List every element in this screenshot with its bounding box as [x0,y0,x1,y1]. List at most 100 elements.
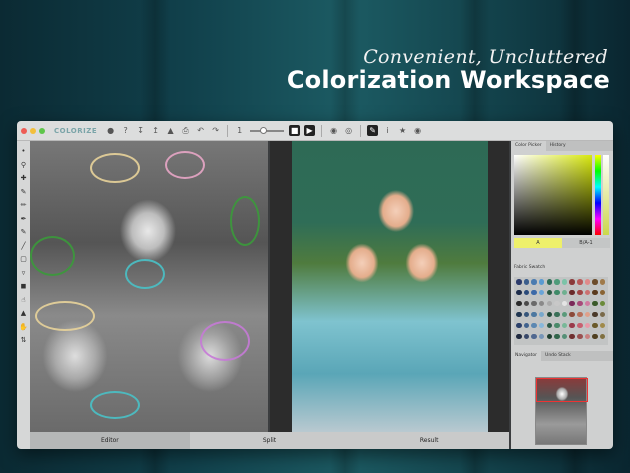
palette-color-swatch[interactable] [546,333,552,340]
saturation-slider[interactable] [603,155,609,235]
palette-color-swatch[interactable] [554,289,560,296]
palette-color-swatch[interactable] [516,333,522,340]
palette-color-swatch[interactable] [523,279,530,285]
palette-color-swatch[interactable] [554,300,560,307]
palette-color-swatch[interactable] [577,300,583,307]
palette-color-swatch[interactable] [592,333,598,340]
result-canvas[interactable] [270,141,509,432]
palette-color-swatch[interactable] [569,289,575,296]
dropper-tool-icon[interactable]: ▿ [19,269,28,278]
tab-split[interactable]: Split [190,437,350,444]
play-icon[interactable]: ▶ [304,125,316,136]
palette-color-swatch[interactable] [599,322,606,329]
color-picker-field[interactable] [514,155,592,235]
palette-color-swatch[interactable] [531,300,537,307]
palette-color-swatch[interactable] [599,289,606,296]
palette-color-swatch[interactable] [599,311,606,318]
brush-icon[interactable]: ✎ [367,125,379,136]
palette-color-swatch[interactable] [531,333,537,340]
palette-color-swatch[interactable] [554,333,560,340]
palette-color-swatch[interactable] [516,289,522,296]
move-tool-icon[interactable]: ✚ [19,174,28,183]
tab-color-picker[interactable]: Color Picker [511,141,546,151]
palette-color-swatch[interactable] [516,300,522,307]
tab-result[interactable]: Result [349,437,509,444]
palette-color-swatch[interactable] [599,279,606,285]
palette-color-swatch[interactable] [546,289,552,296]
palette-color-swatch[interactable] [577,333,583,340]
palette-color-swatch[interactable] [523,300,530,307]
palette-color-swatch[interactable] [577,322,583,329]
palette-color-swatch[interactable] [554,279,560,285]
palette-color-swatch[interactable] [538,279,545,285]
palette-color-swatch[interactable] [592,322,598,329]
line-tool-icon[interactable]: ╱ [19,242,28,251]
palette-color-swatch[interactable] [561,322,568,329]
palette-color-swatch[interactable] [592,289,598,296]
palette-color-swatch[interactable] [546,322,552,329]
palette-color-swatch[interactable] [531,279,537,285]
upload-icon[interactable]: ↥ [150,125,161,136]
help-icon[interactable]: ? [120,125,131,136]
palette-color-swatch[interactable] [523,311,530,318]
palette-color-swatch[interactable] [561,300,568,307]
palette-color-swatch[interactable] [577,311,583,318]
secondary-swatch[interactable]: B/A-1 [562,238,610,248]
palette-color-swatch[interactable] [538,300,545,307]
palette-color-swatch[interactable] [584,279,591,285]
stamp-icon[interactable]: ▲ [165,125,176,136]
tab-navigator[interactable]: Navigator [511,351,542,361]
palette-color-swatch[interactable] [516,322,522,329]
palette-color-swatch[interactable] [523,289,530,296]
marker-tool-icon[interactable]: ✎ [19,228,28,237]
navigator-thumbnail[interactable] [535,377,588,445]
zoom-tool-icon[interactable]: ⚲ [19,161,28,170]
lock-icon[interactable]: ● [105,125,116,136]
palette-color-swatch[interactable] [523,322,530,329]
palette-color-swatch[interactable] [523,333,530,340]
palette-color-swatch[interactable] [584,300,591,307]
palette-color-swatch[interactable] [592,279,598,285]
palette-color-swatch[interactable] [538,333,545,340]
palette-color-swatch[interactable] [531,322,537,329]
palette-color-swatch[interactable] [546,311,552,318]
palette-color-swatch[interactable] [561,289,568,296]
navigator-viewport[interactable] [536,378,588,402]
palette-color-swatch[interactable] [569,311,575,318]
pen-tool-icon[interactable]: ✒ [19,215,28,224]
palette-color-swatch[interactable] [531,311,537,318]
palette-color-swatch[interactable] [592,300,598,307]
hand-tool-icon[interactable]: ✋ [19,323,28,332]
palette-color-swatch[interactable] [538,311,545,318]
palette-color-swatch[interactable] [577,279,583,285]
palette-color-swatch[interactable] [569,300,575,307]
palette-color-swatch[interactable] [592,311,598,318]
palette-color-swatch[interactable] [569,333,575,340]
fill-tool-icon[interactable]: ◼ [19,282,28,291]
tab-undo-stack[interactable]: Undo Stack [541,351,575,361]
palette-color-swatch[interactable] [577,289,583,296]
minimize-window-button[interactable] [30,127,36,134]
eraser-tool-icon[interactable]: ▢ [19,255,28,264]
pencil-tool-icon[interactable]: ✏ [19,201,28,210]
palette-color-swatch[interactable] [516,279,522,285]
palette-color-swatch[interactable] [554,322,560,329]
palette-color-swatch[interactable] [584,333,591,340]
palette-color-swatch[interactable] [584,311,591,318]
palette-color-swatch[interactable] [584,289,591,296]
palette-color-swatch[interactable] [531,289,537,296]
editor-canvas[interactable] [30,141,268,432]
square-view-icon[interactable]: ■ [289,125,301,136]
eye-icon[interactable]: ◉ [328,125,339,136]
hue-slider[interactable] [595,155,601,235]
primary-swatch[interactable]: A [514,238,562,248]
pointer-tool-icon[interactable]: • [19,147,28,156]
tab-history[interactable]: History [546,141,570,151]
redo-icon[interactable]: ↷ [210,125,221,136]
camera-icon[interactable]: ◉ [412,125,423,136]
zoom-slider[interactable] [250,126,285,134]
palette-color-swatch[interactable] [584,322,591,329]
palette-color-swatch[interactable] [561,311,568,318]
palette-color-swatch[interactable] [569,322,575,329]
undo-icon[interactable]: ↶ [195,125,206,136]
